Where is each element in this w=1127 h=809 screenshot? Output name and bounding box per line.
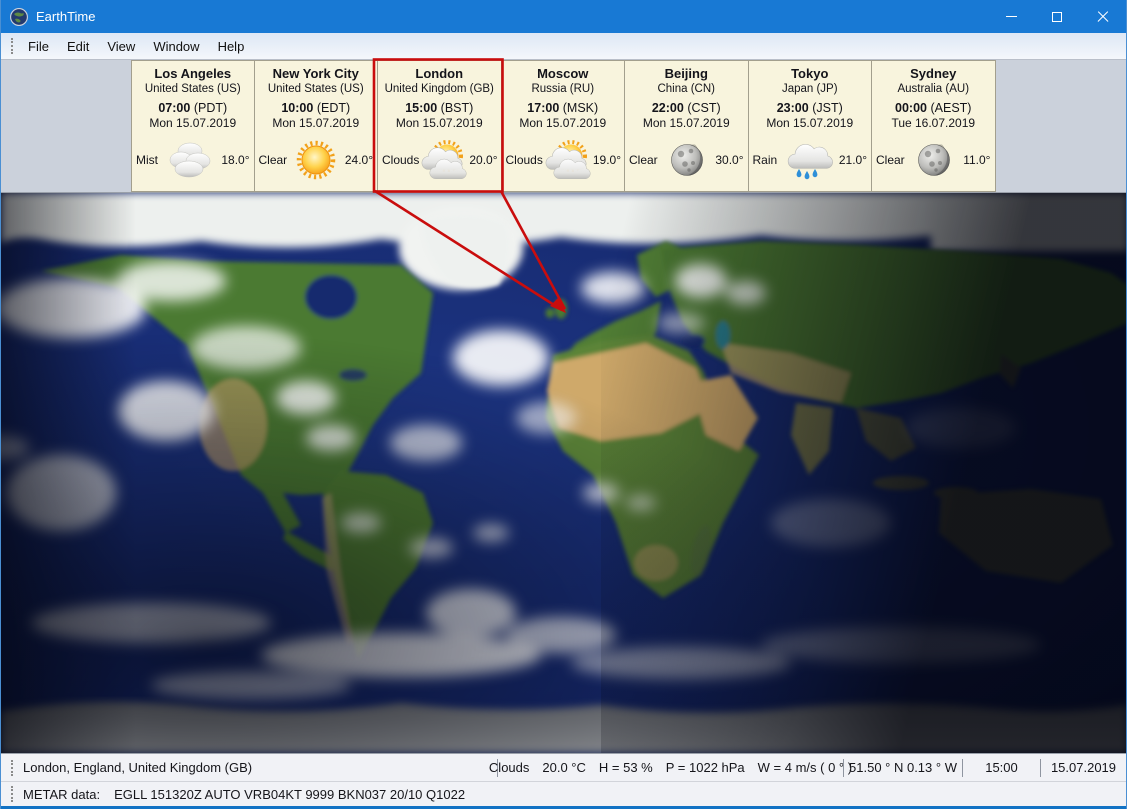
status-bar: London, England, United Kingdom (GB) Clo…: [1, 753, 1126, 781]
status-wind: W = 4 m/s ( 0 ° ): [758, 760, 852, 775]
clock-panel-moscow[interactable]: Moscow Russia (RU) 17:00 (MSK) Mon 15.07…: [502, 60, 626, 192]
temperature: 19.0°: [593, 153, 621, 167]
moon-icon: [662, 137, 712, 183]
world-map[interactable]: [1, 193, 1126, 753]
clock-panel-sydney[interactable]: Sydney Australia (AU) 00:00 (AEST) Tue 1…: [872, 60, 996, 192]
menu-window[interactable]: Window: [144, 36, 208, 57]
weather-condition: Clouds: [382, 153, 419, 167]
city-country: United States (US): [132, 82, 254, 97]
sun-clouds-icon: [419, 137, 469, 183]
temperature: 18.0°: [221, 153, 249, 167]
minimize-icon: [1006, 16, 1017, 17]
city-country: Russia (RU): [502, 82, 625, 97]
city-name: Los Angeles: [132, 66, 254, 82]
city-date: Mon 15.07.2019: [502, 116, 625, 131]
clock-panel-new-york-city[interactable]: New York City United States (US) 10:00 (…: [255, 60, 379, 192]
weather-condition: Clouds: [506, 153, 543, 167]
city-time: 07:00 (PDT): [132, 100, 254, 116]
city-country: United States (US): [255, 82, 378, 97]
city-country: Australia (AU): [872, 82, 995, 97]
city-country: Japan (JP): [749, 82, 872, 97]
menu-view[interactable]: View: [98, 36, 144, 57]
menu-bar: File Edit View Window Help: [1, 33, 1126, 60]
menu-file[interactable]: File: [19, 36, 58, 57]
earthtime-window: EarthTime File Edit View Window Help Los…: [0, 0, 1127, 809]
status-humidity: H = 53 %: [599, 760, 653, 775]
weather-condition: Rain: [753, 153, 778, 167]
menu-drag-grip[interactable]: [11, 38, 13, 54]
temperature: 21.0°: [839, 153, 867, 167]
status-coordinates: 51.50 ° N 0.13 ° W: [844, 760, 962, 775]
city-name: Moscow: [502, 66, 625, 82]
city-time: 23:00 (JST): [749, 100, 872, 116]
menu-help[interactable]: Help: [209, 36, 254, 57]
city-time: 22:00 (CST): [625, 100, 748, 116]
weather-condition: Mist: [136, 153, 158, 167]
city-date: Mon 15.07.2019: [625, 116, 748, 131]
clock-panel-tokyo[interactable]: Tokyo Japan (JP) 23:00 (JST) Mon 15.07.2…: [749, 60, 873, 192]
city-time: 00:00 (AEST): [872, 100, 995, 116]
clock-panel-los-angeles[interactable]: Los Angeles United States (US) 07:00 (PD…: [131, 60, 255, 192]
temperature: 11.0°: [963, 153, 990, 167]
rain-icon: [783, 137, 833, 183]
weather-condition: Clear: [259, 153, 288, 167]
maximize-button[interactable]: [1034, 0, 1080, 33]
weather-condition: Clear: [629, 153, 658, 167]
temperature: 20.0°: [469, 153, 497, 167]
status-time: 15:00: [963, 760, 1040, 775]
maximize-icon: [1052, 12, 1062, 22]
temperature: 30.0°: [715, 153, 743, 167]
city-time: 17:00 (MSK): [502, 100, 625, 116]
metar-value: EGLL 151320Z AUTO VRB04KT 9999 BKN037 20…: [114, 787, 465, 802]
sun-clouds-icon: [543, 137, 593, 183]
mist-icon: [165, 137, 215, 183]
status-date: 15.07.2019: [1041, 760, 1126, 775]
menu-edit[interactable]: Edit: [58, 36, 98, 57]
weather-condition: Clear: [876, 153, 905, 167]
city-date: Mon 15.07.2019: [749, 116, 872, 131]
city-clock-strip: Los Angeles United States (US) 07:00 (PD…: [1, 60, 1126, 193]
sun-icon: [291, 137, 341, 183]
city-time: 10:00 (EDT): [255, 100, 378, 116]
earthtime-app-icon: [10, 8, 28, 26]
status-weather: Clouds 20.0 °C H = 53 % P = 1022 hPa W =…: [498, 760, 843, 775]
status-location: London, England, United Kingdom (GB): [19, 760, 497, 775]
temperature: 24.0°: [345, 153, 373, 167]
city-name: Tokyo: [749, 66, 872, 82]
city-date: Mon 15.07.2019: [132, 116, 254, 131]
metar-bar: METAR data: EGLL 151320Z AUTO VRB04KT 99…: [1, 781, 1126, 806]
close-button[interactable]: [1080, 0, 1126, 33]
metar-drag-grip[interactable]: [11, 786, 13, 802]
city-date: Mon 15.07.2019: [255, 116, 378, 131]
clock-panel-beijing[interactable]: Beijing China (CN) 22:00 (CST) Mon 15.07…: [625, 60, 749, 192]
window-title: EarthTime: [36, 9, 95, 24]
city-country: China (CN): [625, 82, 748, 97]
city-country: United Kingdom (GB): [378, 82, 501, 97]
city-date: Mon 15.07.2019: [378, 116, 501, 131]
moon-icon: [909, 137, 959, 183]
status-condition: Clouds: [489, 760, 529, 775]
minimize-button[interactable]: [988, 0, 1034, 33]
close-icon: [1097, 11, 1109, 23]
status-drag-grip[interactable]: [11, 760, 13, 776]
clock-panel-london[interactable]: London United Kingdom (GB) 15:00 (BST) M…: [378, 60, 502, 192]
city-name: Sydney: [872, 66, 995, 82]
city-name: New York City: [255, 66, 378, 82]
metar-label: METAR data:: [23, 787, 100, 802]
status-pressure: P = 1022 hPa: [666, 760, 745, 775]
city-name: Beijing: [625, 66, 748, 82]
title-bar[interactable]: EarthTime: [1, 0, 1126, 33]
city-date: Tue 16.07.2019: [872, 116, 995, 131]
city-name: London: [378, 66, 501, 82]
city-time: 15:00 (BST): [378, 100, 501, 116]
status-temperature: 20.0 °C: [542, 760, 586, 775]
